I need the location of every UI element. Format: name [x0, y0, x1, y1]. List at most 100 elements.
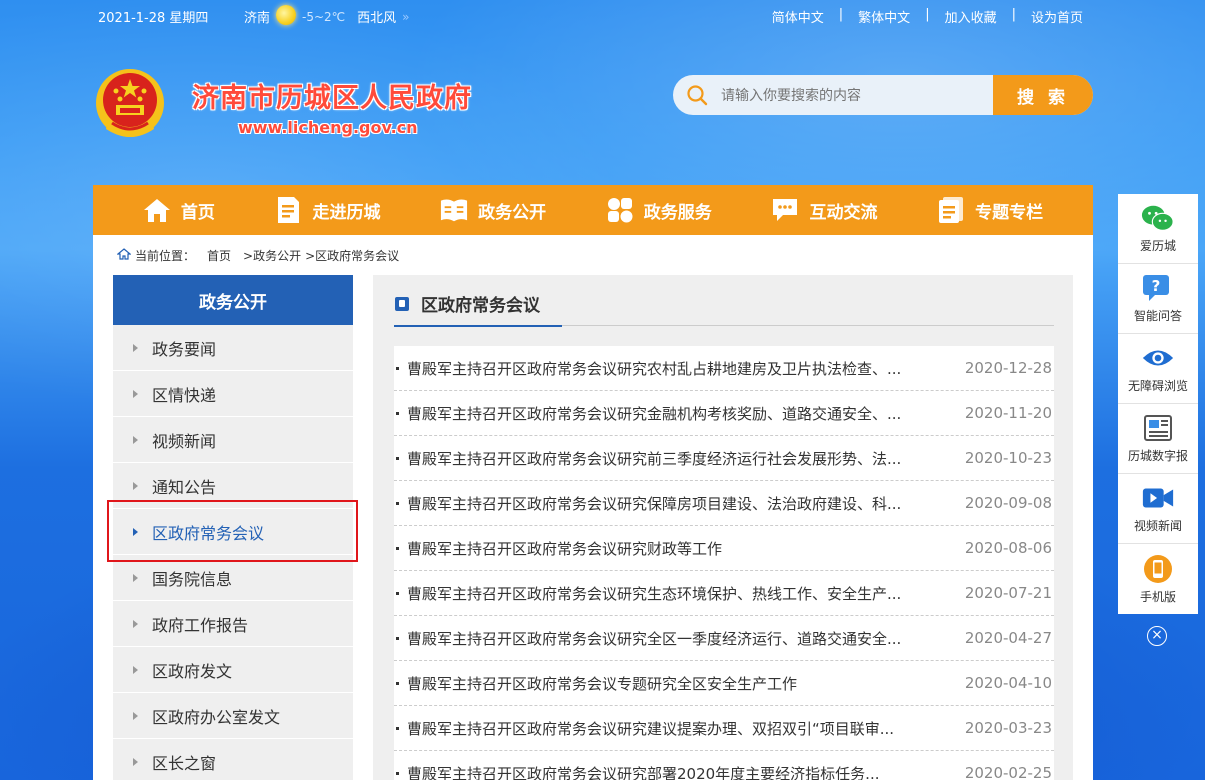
sidebar-heading: 政务公开: [113, 275, 353, 325]
search-button[interactable]: 搜 索: [993, 75, 1093, 115]
sidebar-item-label: 区政府发文: [152, 661, 233, 681]
nav-label: 互动交流: [809, 202, 878, 223]
breadcrumb-label: 当前位置：: [135, 249, 196, 263]
current-date: 2021-1-28 星期四: [98, 11, 209, 26]
breadcrumb-home[interactable]: 首页: [207, 247, 231, 264]
news-title[interactable]: 曹殿军主持召开区政府常务会议研究部署2020年度主要经济指标任务...: [407, 763, 960, 780]
nav-label: 专题专栏: [975, 202, 1044, 223]
triangle-right-icon: [133, 757, 138, 766]
news-item[interactable]: 曹殿军主持召开区政府常务会议研究前三季度经济运行社会发展形势、法... 2020-…: [394, 436, 1054, 481]
news-title[interactable]: 曹殿军主持召开区政府常务会议研究金融机构考核奖励、道路交通安全、...: [407, 403, 960, 424]
sidebar-item-label: 区政府常务会议: [152, 523, 265, 543]
sidebar: 政务公开 政务要闻 区情快递 视频新闻 通知公告 区政府常务会议 国务院信息 政…: [113, 275, 353, 780]
bullet-icon: [396, 771, 399, 775]
link-traditional-chinese[interactable]: 繁体中文: [843, 7, 925, 26]
weather-temp: -5~2℃: [302, 9, 346, 24]
link-set-homepage[interactable]: 设为首页: [1016, 7, 1083, 26]
float-item-qa[interactable]: ? 智能问答: [1118, 264, 1198, 334]
bullet-icon: [396, 591, 399, 595]
nav-label: 政务服务: [643, 202, 712, 223]
news-title[interactable]: 曹殿军主持召开区政府常务会议研究财政等工作: [407, 538, 960, 559]
national-emblem-logo[interactable]: [94, 67, 166, 143]
news-item[interactable]: 曹殿军主持召开区政府常务会议研究金融机构考核奖励、道路交通安全、... 2020-…: [394, 391, 1054, 436]
sidebar-item-notices[interactable]: 通知公告: [113, 463, 353, 509]
bullet-icon: [396, 726, 399, 730]
news-item[interactable]: 曹殿军主持召开区政府常务会议研究保障房项目建设、法治政府建设、科... 2020-…: [394, 481, 1054, 526]
nav-label: 政务公开: [478, 202, 547, 223]
news-date: 2020-12-28: [964, 359, 1052, 377]
news-title[interactable]: 曹殿军主持召开区政府常务会议研究保障房项目建设、法治政府建设、科...: [407, 493, 960, 514]
triangle-right-icon: [133, 573, 138, 582]
triangle-right-icon: [133, 619, 138, 628]
news-date: 2020-03-23: [964, 719, 1052, 737]
main-content: 当前位置： 首页 >政务公开 >区政府常务会议 政务公开 政务要闻 区情快递 视…: [93, 235, 1093, 780]
site-title[interactable]: 济南市历城区人民政府: [192, 76, 472, 115]
news-title[interactable]: 曹殿军主持召开区政府常务会议研究前三季度经济运行社会发展形势、法...: [407, 448, 960, 469]
open-book-icon: [440, 196, 468, 224]
search-input[interactable]: [721, 75, 993, 115]
floating-toolbar: 爱历城 ? 智能问答 无障碍浏览 历城数字报 视频新闻 手机版: [1118, 194, 1198, 614]
nav-government-affairs[interactable]: 政务公开: [440, 196, 546, 224]
float-item-digital-newspaper[interactable]: 历城数字报: [1118, 404, 1198, 474]
news-item[interactable]: 曹殿军主持召开区政府常务会议研究部署2020年度主要经济指标任务... 2020-…: [394, 751, 1054, 780]
float-item-mobile[interactable]: 手机版: [1118, 544, 1198, 614]
bullet-icon: [396, 501, 399, 505]
nav-home[interactable]: 首页: [143, 196, 215, 224]
sun-icon: [276, 4, 297, 25]
bullet-icon: [396, 636, 399, 640]
news-date: 2020-04-10: [964, 674, 1052, 692]
news-title[interactable]: 曹殿军主持召开区政府常务会议专题研究全区安全生产工作: [407, 673, 960, 694]
float-item-accessibility[interactable]: 无障碍浏览: [1118, 334, 1198, 404]
home-small-icon: [116, 248, 132, 263]
sidebar-item-work-report[interactable]: 政府工作报告: [113, 601, 353, 647]
nav-special-topics[interactable]: 专题专栏: [937, 196, 1043, 224]
news-item[interactable]: 曹殿军主持召开区政府常务会议研究财政等工作 2020-08-06: [394, 526, 1054, 571]
question-icon: ?: [1141, 273, 1175, 303]
news-item[interactable]: 曹殿军主持召开区政府常务会议研究农村乱占耕地建房及卫片执法检查、... 2020-…: [394, 346, 1054, 391]
sidebar-item-express[interactable]: 区情快递: [113, 371, 353, 417]
nav-label: 首页: [180, 202, 215, 223]
sidebar-item-office-documents[interactable]: 区政府办公室发文: [113, 693, 353, 739]
news-list: 曹殿军主持召开区政府常务会议研究农村乱占耕地建房及卫片执法检查、... 2020-…: [394, 346, 1054, 780]
video-icon: [1141, 483, 1175, 513]
sidebar-item-label: 政府工作报告: [152, 615, 249, 635]
panel-title-text: 区政府常务会议: [421, 296, 540, 316]
news-date: 2020-02-25: [964, 764, 1052, 780]
nav-about-licheng[interactable]: 走进历城: [274, 196, 380, 224]
link-add-favorite[interactable]: 加入收藏: [930, 7, 1012, 26]
news-title[interactable]: 曹殿军主持召开区政府常务会议研究农村乱占耕地建房及卫片执法检查、...: [407, 358, 960, 379]
nav-interaction[interactable]: 互动交流: [771, 196, 877, 224]
sidebar-item-state-council[interactable]: 国务院信息: [113, 555, 353, 601]
sidebar-item-district-documents[interactable]: 区政府发文: [113, 647, 353, 693]
home-icon: [143, 196, 171, 224]
triangle-right-icon: [133, 711, 138, 720]
document-small-icon: [395, 296, 409, 311]
nav-services[interactable]: 政务服务: [606, 196, 712, 224]
breadcrumb-gov-affairs[interactable]: >政务公开: [243, 247, 301, 264]
sidebar-item-label: 政务要闻: [152, 339, 217, 359]
news-item[interactable]: 曹殿军主持召开区政府常务会议研究建议提案办理、双招双引“项目联审... 2020-…: [394, 706, 1054, 751]
news-date: 2020-07-21: [964, 584, 1052, 602]
sidebar-item-video-news[interactable]: 视频新闻: [113, 417, 353, 463]
news-item[interactable]: 曹殿军主持召开区政府常务会议研究生态环境保护、热线工作、安全生产... 2020-…: [394, 571, 1054, 616]
bullet-icon: [396, 681, 399, 685]
news-title[interactable]: 曹殿军主持召开区政府常务会议研究生态环境保护、热线工作、安全生产...: [407, 583, 960, 604]
float-item-video-news[interactable]: 视频新闻: [1118, 474, 1198, 544]
float-label: 智能问答: [1133, 309, 1182, 323]
news-title[interactable]: 曹殿军主持召开区政府常务会议研究全区一季度经济运行、道路交通安全...: [407, 628, 960, 649]
breadcrumb-current[interactable]: >区政府常务会议: [305, 247, 399, 264]
sidebar-item-mayor-window[interactable]: 区长之窗: [113, 739, 353, 780]
news-date: 2020-09-08: [964, 494, 1052, 512]
document-icon: [274, 196, 302, 224]
link-simplified-chinese[interactable]: 简体中文: [757, 7, 839, 26]
news-title[interactable]: 曹殿军主持召开区政府常务会议研究建议提案办理、双招双引“项目联审...: [407, 718, 960, 739]
news-item[interactable]: 曹殿军主持召开区政府常务会议研究全区一季度经济运行、道路交通安全... 2020-…: [394, 616, 1054, 661]
sidebar-item-news[interactable]: 政务要闻: [113, 325, 353, 371]
mobile-icon: [1141, 554, 1175, 584]
sidebar-item-executive-meetings[interactable]: 区政府常务会议: [113, 509, 353, 555]
news-date: 2020-04-27: [964, 629, 1052, 647]
close-icon[interactable]: ×: [1147, 626, 1167, 646]
double-chevron-right-icon: »: [402, 9, 410, 24]
news-item[interactable]: 曹殿军主持召开区政府常务会议专题研究全区安全生产工作 2020-04-10: [394, 661, 1054, 706]
float-item-wechat[interactable]: 爱历城: [1118, 194, 1198, 264]
